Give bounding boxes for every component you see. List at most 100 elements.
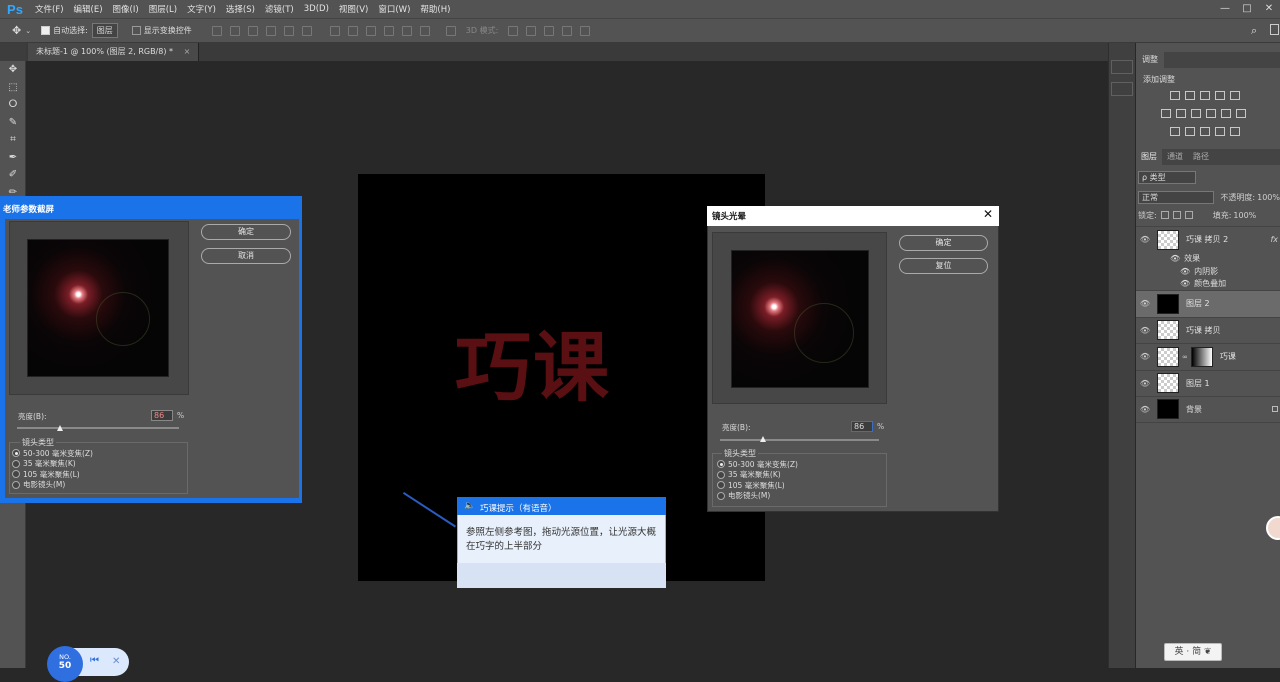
3d-roll-icon[interactable]: [526, 25, 537, 36]
posterize-icon[interactable]: [1185, 127, 1195, 136]
minimize-button[interactable]: —: [1214, 0, 1236, 18]
fill-value[interactable]: 100%: [1233, 211, 1256, 220]
layer-row[interactable]: 👁 图层 1: [1136, 369, 1280, 397]
ime-indicator[interactable]: 英 · 简 ❦: [1164, 643, 1222, 661]
tab-paths[interactable]: 路径: [1188, 149, 1214, 165]
move-tool-icon[interactable]: ✥: [12, 24, 21, 37]
3d-drag-icon[interactable]: [544, 25, 555, 36]
previous-step-icon[interactable]: ⏮: [90, 655, 99, 666]
menu-window[interactable]: 窗口(W): [373, 3, 415, 15]
effect-item[interactable]: 👁 内阴影: [1136, 265, 1280, 278]
auto-select-dropdown[interactable]: 图层: [91, 23, 118, 38]
lock-all-icon[interactable]: [1184, 211, 1193, 219]
tab-channels[interactable]: 通道: [1162, 149, 1188, 165]
flare-lens-option[interactable]: 105 毫米聚焦(L): [717, 480, 798, 491]
flare-brightness-knob[interactable]: [760, 436, 766, 442]
teacher-ok-button[interactable]: 确定: [201, 224, 291, 240]
menu-select[interactable]: 选择(S): [221, 3, 260, 15]
auto-align-icon[interactable]: [445, 25, 456, 36]
teacher-cancel-button[interactable]: 取消: [201, 248, 291, 264]
photo-filter-icon[interactable]: [1206, 109, 1216, 118]
lasso-tool-icon[interactable]: ⵔ: [0, 96, 26, 114]
crop-tool-icon[interactable]: ⌗: [0, 131, 26, 149]
layer-mask-thumbnail[interactable]: [1190, 346, 1213, 367]
eye-icon[interactable]: 👁: [1136, 299, 1154, 308]
speaker-icon[interactable]: 🔈: [464, 501, 475, 511]
fx-badge[interactable]: fx: [1270, 235, 1278, 244]
align-vcenter-icon[interactable]: [229, 25, 240, 36]
flare-preview-image[interactable]: [731, 250, 869, 388]
lock-pixels-icon[interactable]: [1160, 211, 1169, 219]
menu-file[interactable]: 文件(F): [30, 3, 69, 15]
align-hcenter-icon[interactable]: [283, 25, 294, 36]
eye-icon[interactable]: 👁: [1170, 254, 1180, 263]
3d-slide-icon[interactable]: [562, 25, 573, 36]
eye-icon[interactable]: 👁: [1180, 267, 1190, 276]
layer-row[interactable]: 👁 背景: [1136, 396, 1280, 423]
distribute-vcenter-icon[interactable]: [347, 25, 358, 36]
menu-image[interactable]: 图像(I): [108, 3, 144, 15]
brightness-icon[interactable]: [1170, 91, 1180, 100]
hue-icon[interactable]: [1161, 109, 1171, 118]
blend-mode-dropdown[interactable]: 正常: [1138, 190, 1215, 204]
curves-icon[interactable]: [1200, 91, 1210, 100]
magic-wand-tool-icon[interactable]: ✎: [0, 114, 26, 132]
distribute-top-icon[interactable]: [329, 25, 340, 36]
eye-icon[interactable]: 👁: [1136, 379, 1154, 388]
selective-color-icon[interactable]: [1230, 127, 1240, 136]
eyedropper-tool-icon[interactable]: ✒: [0, 149, 26, 167]
teacher-lens-option[interactable]: 35 毫米聚焦(K): [12, 459, 93, 470]
restore-button[interactable]: □: [1236, 0, 1258, 18]
move-tool-icon[interactable]: ✥: [0, 61, 26, 79]
flare-ok-button[interactable]: 确定: [899, 235, 988, 251]
eye-icon[interactable]: 👁: [1136, 326, 1154, 335]
teacher-lens-option[interactable]: 50-300 毫米变焦(Z): [12, 448, 93, 459]
menu-edit[interactable]: 编辑(E): [69, 3, 108, 15]
close-icon[interactable]: ✕: [983, 207, 993, 221]
menu-filter[interactable]: 滤镜(T): [260, 3, 299, 15]
properties-icon[interactable]: [1111, 82, 1133, 96]
align-bottom-icon[interactable]: [247, 25, 258, 36]
black-white-icon[interactable]: [1191, 109, 1201, 118]
effect-item[interactable]: 👁 颜色叠加: [1136, 278, 1280, 291]
teacher-brightness-knob[interactable]: [57, 425, 63, 431]
vibrance-icon[interactable]: [1230, 91, 1240, 100]
marquee-tool-icon[interactable]: ⬚: [0, 79, 26, 97]
exposure-icon[interactable]: [1215, 91, 1225, 100]
flare-lens-option[interactable]: 电影镜头(M): [717, 491, 798, 502]
teacher-lens-option[interactable]: 电影镜头(M): [12, 480, 93, 491]
align-top-icon[interactable]: [211, 25, 222, 36]
effects-row[interactable]: 👁 效果: [1136, 253, 1280, 266]
levels-icon[interactable]: [1185, 91, 1195, 100]
layer-row[interactable]: 👁 巧课 拷贝: [1136, 316, 1280, 344]
flare-brightness-track[interactable]: [720, 439, 879, 441]
search-icon[interactable]: ⌕: [1251, 24, 1257, 38]
opacity-value[interactable]: 100%: [1257, 193, 1280, 202]
distribute-left-icon[interactable]: [383, 25, 394, 36]
threshold-icon[interactable]: [1200, 127, 1210, 136]
lens-flare-titlebar[interactable]: [707, 206, 999, 226]
menu-view[interactable]: 视图(V): [334, 3, 373, 15]
close-window-button[interactable]: ✕: [1258, 0, 1280, 18]
healing-tool-icon[interactable]: ✐: [0, 166, 26, 184]
layer-row[interactable]: 👁 巧课 拷贝 2 fx: [1136, 226, 1280, 253]
show-transform-checkbox[interactable]: [131, 26, 141, 35]
tab-layers[interactable]: 图层: [1136, 149, 1162, 165]
menu-type[interactable]: 文字(Y): [182, 3, 221, 15]
distribute-right-icon[interactable]: [419, 25, 430, 36]
eye-icon[interactable]: 👁: [1180, 279, 1190, 288]
flare-brightness-input[interactable]: 86: [851, 421, 873, 432]
3d-rotate-icon[interactable]: [508, 25, 519, 36]
menu-3d[interactable]: 3D(D): [299, 4, 334, 14]
eye-icon[interactable]: 👁: [1136, 235, 1154, 244]
menu-help[interactable]: 帮助(H): [415, 3, 455, 15]
invert-icon[interactable]: [1170, 127, 1180, 136]
close-icon[interactable]: ✕: [112, 656, 120, 667]
auto-select-checkbox[interactable]: [41, 26, 51, 35]
menu-layer[interactable]: 图层(L): [144, 3, 182, 15]
distribute-hcenter-icon[interactable]: [401, 25, 412, 36]
tab-adjustments[interactable]: 调整: [1136, 52, 1164, 68]
lock-position-icon[interactable]: [1172, 211, 1181, 219]
teacher-lens-option[interactable]: 105 毫米聚焦(L): [12, 469, 93, 480]
layer-filter-dropdown[interactable]: ρ 类型: [1138, 171, 1196, 184]
